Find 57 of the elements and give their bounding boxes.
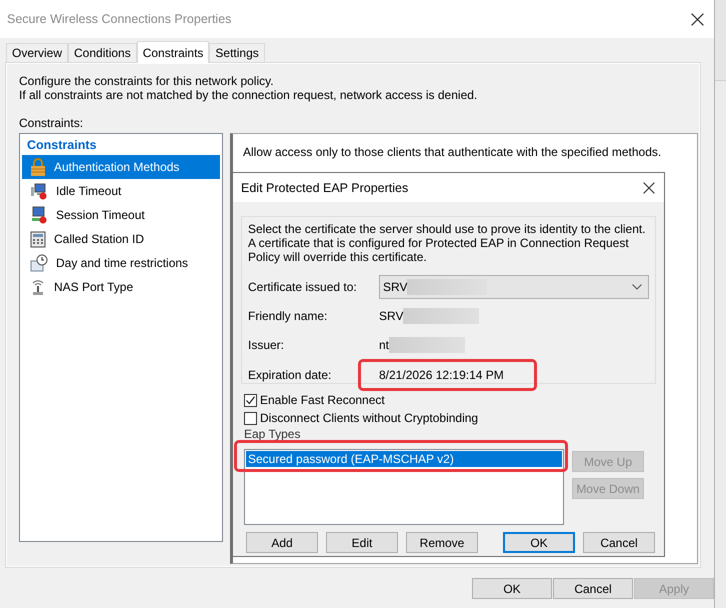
certificate-hint: Policy will override this certificate. [248, 250, 428, 264]
checkbox-label: Disconnect Clients without Cryptobinding [260, 411, 478, 425]
constraint-item[interactable]: Authentication Methods [22, 155, 220, 179]
field-value: nt [379, 338, 390, 352]
chevron-down-icon [632, 284, 642, 290]
monitor-timeout-icon [30, 206, 48, 224]
constraint-label: Called Station ID [54, 232, 144, 246]
phone-icon [30, 230, 46, 248]
constraint-item[interactable]: Day and time restrictions [22, 251, 220, 275]
constraint-label: Day and time restrictions [56, 256, 188, 270]
eap-type-item[interactable]: Secured password (EAP-MSCHAP v2) [246, 451, 562, 467]
description-text: Configure the constraints for this network policy. [19, 74, 275, 88]
eap-types-label: Eap Types [244, 427, 302, 441]
description-text: If all constraints are not matched by the connection request, network access is denied. [19, 88, 478, 102]
window-title: Secure Wireless Connections Properties [7, 12, 232, 26]
dialog-button[interactable]: Add [246, 532, 318, 553]
dialog-button[interactable]: Cancel [553, 578, 633, 599]
constraint-label: Session Timeout [56, 208, 145, 222]
dialog-button[interactable]: OK [472, 578, 552, 599]
dialog-button[interactable]: OK [503, 532, 575, 553]
field-value: 8/21/2026 12:19:14 PM [379, 368, 504, 382]
tab[interactable]: Settings [209, 43, 265, 62]
antenna-icon [30, 278, 46, 296]
field-label: Issuer: [248, 338, 286, 352]
field-value: SRV [379, 308, 404, 322]
constraint-label: NAS Port Type [54, 280, 134, 294]
details-text: Allow access only to those clients that authenticate with the specified methods. [242, 144, 662, 161]
constraints-label: Constraints: [19, 116, 84, 130]
close-icon[interactable] [691, 12, 704, 26]
constraint-label: Idle Timeout [56, 184, 122, 198]
dialog-button[interactable]: Remove [406, 532, 478, 553]
field-label: Friendly name: [248, 308, 328, 322]
list-header: Constraints [26, 137, 98, 154]
constraint-label: Authentication Methods [54, 160, 180, 174]
field-label: Expiration date: [248, 368, 332, 382]
tab[interactable]: Conditions [68, 43, 137, 62]
constraint-item[interactable]: Idle Timeout [22, 179, 220, 203]
certificate-hint: Select the certificate the server should use to prove its identity to the client. [248, 222, 647, 236]
certificate-dropdown[interactable]: SRV [379, 274, 649, 298]
padlock-icon [30, 158, 46, 176]
monitor-timeout-icon [30, 182, 48, 200]
tab[interactable]: Constraints [136, 41, 210, 63]
constraint-item[interactable]: Called Station ID [22, 227, 220, 251]
constraint-item[interactable]: NAS Port Type [22, 275, 220, 299]
certificate-hint: A certificate that is configured for Protected EAP in Connection Request [248, 236, 630, 250]
close-icon[interactable] [643, 182, 655, 194]
field-label: Certificate issued to: [248, 280, 358, 294]
dialog-button[interactable]: Cancel [583, 532, 655, 553]
constraint-item[interactable]: Session Timeout [22, 203, 220, 227]
checkbox-label: Enable Fast Reconnect [260, 393, 385, 407]
checkbox[interactable] [244, 412, 257, 424]
field-value: SRV [383, 280, 408, 294]
checkbox[interactable] [244, 394, 257, 406]
dialog-title: Edit Protected EAP Properties [241, 180, 408, 194]
calendar-clock-icon [30, 254, 48, 272]
tab[interactable]: Overview [6, 43, 68, 62]
dialog-button[interactable]: Edit [326, 532, 398, 553]
